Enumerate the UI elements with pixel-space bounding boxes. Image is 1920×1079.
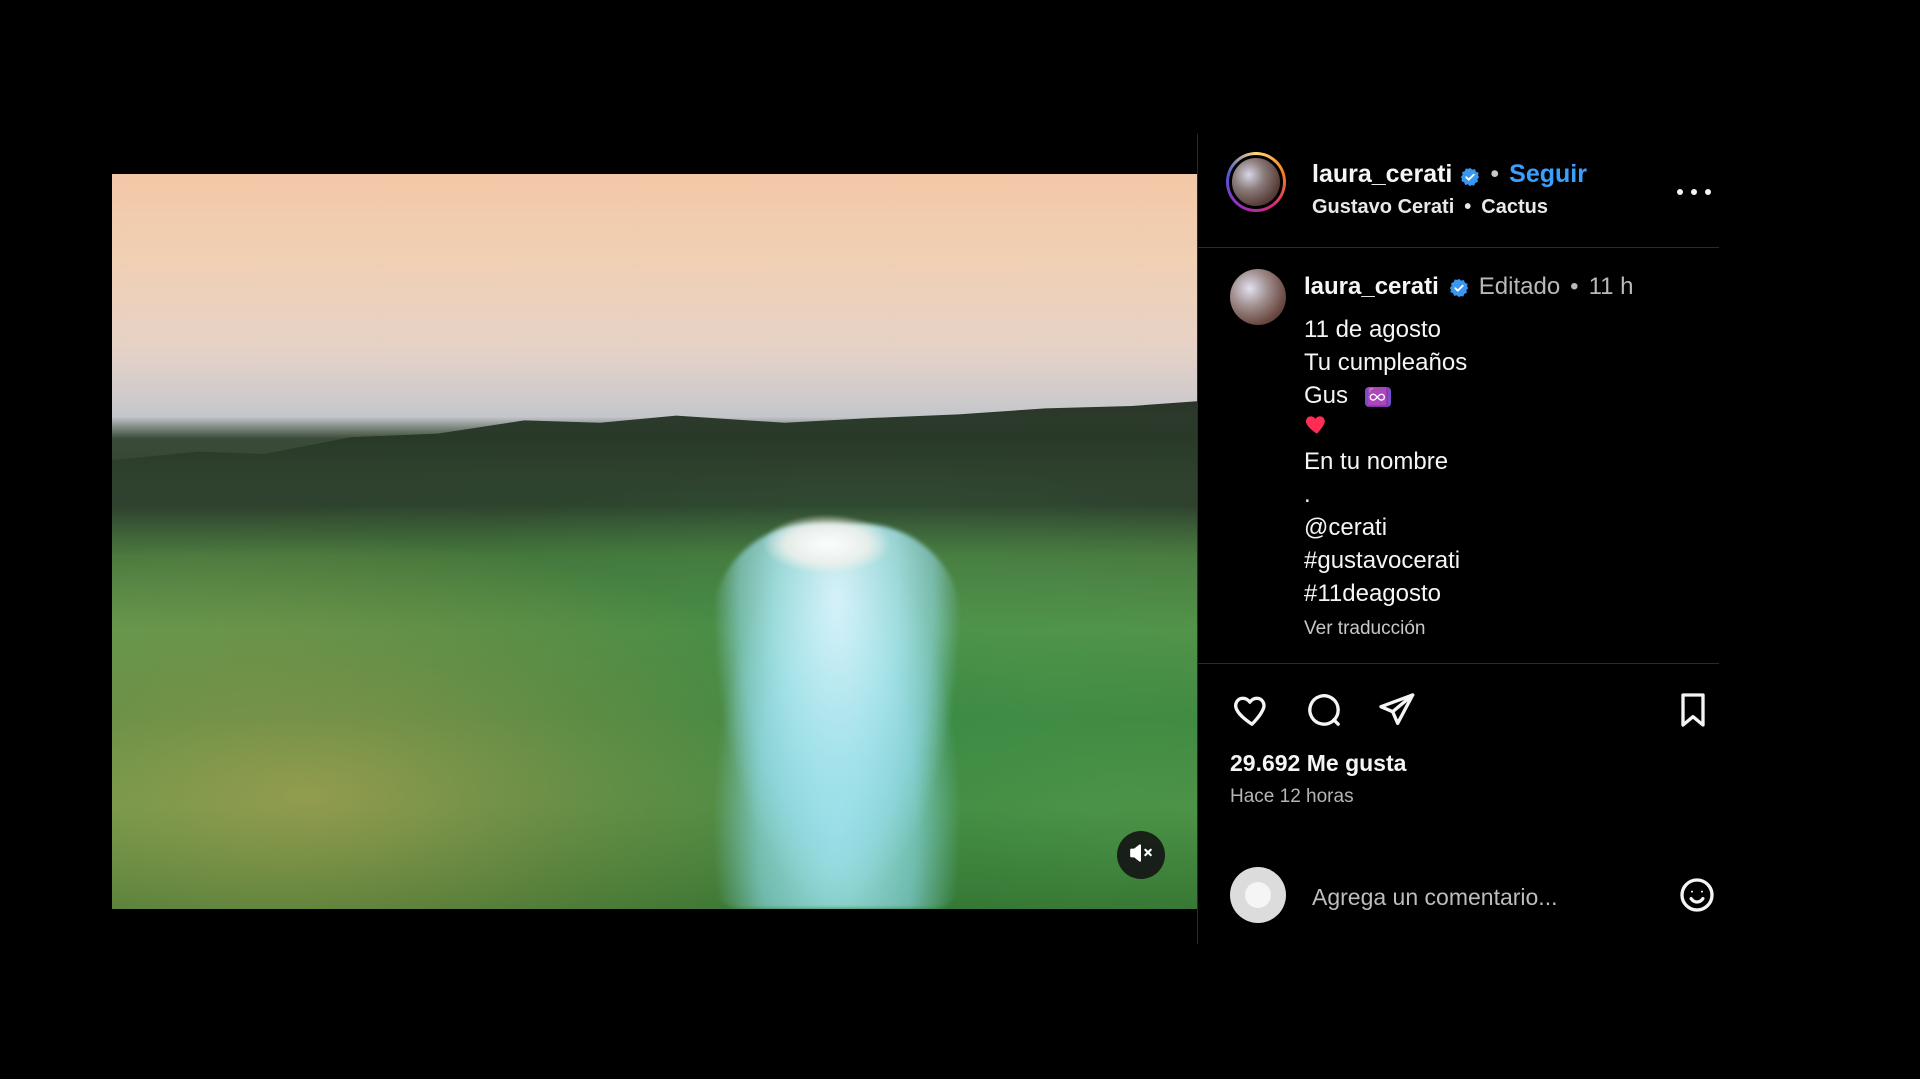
caption-line-text: Gus (1304, 382, 1349, 409)
more-dot (1677, 189, 1683, 195)
edited-label: Editado (1478, 273, 1561, 300)
more-dot (1691, 189, 1697, 195)
avatar-placeholder-head (1245, 882, 1271, 908)
heart-outline-icon (1232, 690, 1272, 735)
heart-emoji-line (1304, 412, 1467, 445)
post-author-avatar[interactable] (1226, 152, 1286, 212)
avatar-photo (1229, 155, 1283, 209)
caption-time: 11 h (1588, 273, 1634, 300)
actions-divider (1198, 663, 1719, 664)
comment-button[interactable] (1302, 690, 1346, 734)
comment-composer (1230, 867, 1719, 927)
save-button[interactable] (1671, 690, 1715, 734)
music-attribution[interactable]: Gustavo Cerati • Cactus (1312, 196, 1548, 219)
video-person-figure (712, 524, 962, 909)
caption-author-avatar[interactable] (1230, 269, 1286, 325)
caption-hashtag[interactable]: #11deagosto (1304, 577, 1467, 610)
music-song: Cactus (1481, 196, 1548, 218)
follow-button[interactable]: Seguir (1509, 160, 1587, 189)
more-options-icon[interactable] (1677, 187, 1711, 197)
caption-meta: laura_cerati Editado • 11 h (1304, 273, 1634, 301)
header-user-line: laura_cerati • Seguir (1312, 160, 1587, 189)
more-dot (1705, 189, 1711, 195)
current-user-avatar (1230, 867, 1286, 923)
speaker-muted-icon (1128, 840, 1154, 871)
see-translation-link[interactable]: Ver traducción (1304, 612, 1467, 645)
heart-emoji-icon (1304, 411, 1330, 446)
post-caption: laura_cerati Editado • 11 h 11 de agosto… (1230, 269, 1719, 649)
comment-bubble-icon (1304, 690, 1344, 735)
music-artist: Gustavo Cerati (1312, 196, 1455, 218)
like-button[interactable] (1230, 690, 1274, 734)
bookmark-outline-icon (1673, 690, 1713, 735)
header-divider (1198, 247, 1719, 248)
music-dot-separator: • (1464, 196, 1472, 218)
mute-toggle-button[interactable] (1117, 831, 1165, 879)
caption-dot-separator: • (1570, 273, 1579, 300)
post-side-panel: laura_cerati • Seguir Gustavo Cerati • C… (1197, 134, 1743, 944)
share-button[interactable] (1374, 690, 1418, 734)
infinity-emoji: ♾️ (1364, 386, 1391, 407)
post-actions-bar (1230, 690, 1715, 750)
caption-line: Gus ♾️ (1304, 379, 1467, 412)
post-actions-left (1230, 690, 1418, 734)
caption-username[interactable]: laura_cerati (1304, 273, 1439, 301)
send-paper-plane-icon (1376, 690, 1416, 735)
post-time-ago: Hace 12 horas (1230, 786, 1354, 807)
verified-badge-icon (1449, 277, 1469, 298)
caption-line: . (1304, 481, 1311, 508)
caption-line: En tu nombre (1304, 448, 1449, 475)
verified-badge-icon (1460, 165, 1480, 186)
comment-input[interactable] (1310, 879, 1674, 915)
caption-hashtag[interactable]: #gustavocerati (1304, 544, 1467, 577)
caption-line: 11 de agosto (1304, 316, 1442, 343)
video-hat (762, 514, 892, 574)
smiley-icon (1677, 875, 1717, 920)
video-grass-field (112, 389, 1197, 909)
header-dot-separator: • (1490, 160, 1500, 188)
likes-count[interactable]: 29.692 Me gusta (1230, 750, 1406, 777)
caption-text: 11 de agosto Tu cumpleaños Gus ♾️ En tu … (1304, 313, 1467, 645)
post-media-video[interactable] (112, 174, 1197, 909)
emoji-picker-button[interactable] (1675, 875, 1719, 919)
caption-mention[interactable]: @cerati (1304, 511, 1467, 544)
caption-line: Tu cumpleaños (1304, 349, 1468, 376)
header-username[interactable]: laura_cerati (1312, 160, 1452, 189)
post-header: laura_cerati • Seguir Gustavo Cerati • C… (1226, 152, 1743, 232)
